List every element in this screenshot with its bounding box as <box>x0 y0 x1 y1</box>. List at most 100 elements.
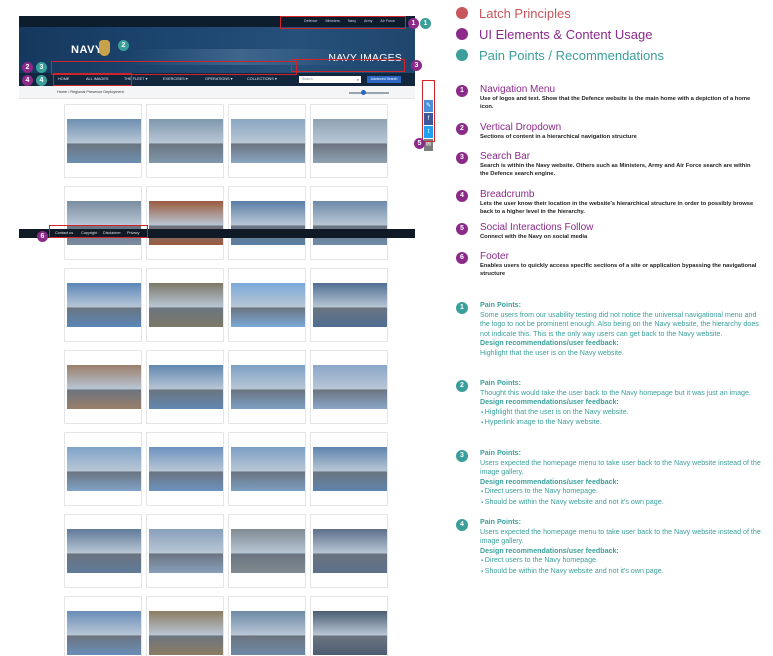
gallery-thumbnail[interactable] <box>228 350 306 424</box>
recommendation-item: Hyperlink image to the Navy website. <box>481 418 762 429</box>
gallery-thumbnail[interactable] <box>64 514 142 588</box>
gallery-thumbnail[interactable] <box>146 596 224 656</box>
gallery-thumbnail[interactable] <box>64 596 142 656</box>
highlight-breadcrumb <box>53 73 132 86</box>
recommendation-item: Direct users to the Navy homepage. <box>481 487 762 498</box>
navy-photo <box>313 529 387 573</box>
recommendations-label: Design recommendations/user feedback: <box>480 477 619 486</box>
legend-dot-pain <box>456 49 468 61</box>
navy-photo <box>67 119 141 163</box>
element-number-badge: 6 <box>456 252 468 264</box>
gallery-thumbnail[interactable] <box>228 268 306 342</box>
navy-photo <box>67 283 141 327</box>
marker-element-2: 2 <box>22 62 33 73</box>
breadcrumb[interactable]: Home / Regional Presence Deployment <box>57 89 124 96</box>
gallery-thumbnail[interactable] <box>64 186 142 260</box>
navy-photo <box>231 201 305 245</box>
navy-photo <box>149 119 223 163</box>
navy-photo <box>231 529 305 573</box>
pain-points-label: Pain Points: <box>480 518 521 526</box>
navy-photo <box>67 201 141 245</box>
gallery-thumbnail[interactable] <box>146 350 224 424</box>
gallery-thumbnail[interactable] <box>146 104 224 178</box>
element-description: Enables users to quickly access specific… <box>480 263 757 277</box>
pain-point-body: Pain Points: Users expected the homepage … <box>480 518 762 577</box>
navy-photo <box>231 283 305 327</box>
pain-point-body: Pain Points: Some users from our usabilit… <box>480 301 762 358</box>
zoom-slider-handle[interactable] <box>360 90 366 95</box>
gallery-thumbnail[interactable] <box>64 432 142 506</box>
pain-point-body: Pain Points: Thought this would take the … <box>480 379 762 429</box>
gallery-thumbnail[interactable] <box>228 186 306 260</box>
legend-pain: Pain Points / Recommendations <box>456 47 664 63</box>
gallery-thumbnail[interactable] <box>146 186 224 260</box>
navy-photo <box>149 447 223 491</box>
search-input[interactable]: Search ⌕ <box>299 76 361 83</box>
recommendation-list: Direct users to the Navy homepage.Should… <box>481 556 762 577</box>
gallery-thumbnail[interactable] <box>146 268 224 342</box>
element-number-badge: 4 <box>456 190 468 202</box>
gallery-thumbnail[interactable] <box>228 596 306 656</box>
recommendations-label: Design recommendations/user feedback: <box>480 339 619 347</box>
marker-element-1: 1 <box>408 18 419 29</box>
pain-points-text: Users expected the homepage menu to take… <box>480 458 761 477</box>
element-title: Search Bar <box>480 151 531 162</box>
pain-points-label: Pain Points: <box>480 449 521 457</box>
marker-element-6: 6 <box>37 231 48 242</box>
gallery-thumbnail[interactable] <box>310 268 388 342</box>
zoom-slider[interactable] <box>349 92 389 94</box>
marker-element-5: 5 <box>414 138 425 149</box>
gallery-thumbnail[interactable] <box>64 104 142 178</box>
search-icon[interactable]: ⌕ <box>357 77 359 82</box>
gallery-thumbnail[interactable] <box>310 596 388 656</box>
gallery-thumbnail[interactable] <box>146 432 224 506</box>
recommendations-label: Design recommendations/user feedback: <box>480 398 619 406</box>
navy-photo <box>149 283 223 327</box>
advanced-search-button[interactable]: Advanced Search <box>367 76 401 83</box>
navy-photo <box>313 283 387 327</box>
website-screenshot: Defence Ministers Navy Army Air Force NA… <box>19 16 433 656</box>
navy-photo <box>313 447 387 491</box>
gallery-thumbnail[interactable] <box>64 268 142 342</box>
navy-photo <box>67 529 141 573</box>
gallery-thumbnail[interactable] <box>64 350 142 424</box>
gallery-thumbnail[interactable] <box>310 432 388 506</box>
navy-photo <box>67 611 141 655</box>
gallery-thumbnail[interactable] <box>310 350 388 424</box>
marker-element-3: 3 <box>411 60 422 71</box>
recommendation-list: Highlight that the user is on the Navy w… <box>481 408 762 429</box>
element-title: Footer <box>480 251 509 262</box>
element-description: Use of logos and text. Show that the Def… <box>480 96 751 110</box>
gallery-thumbnail[interactable] <box>310 514 388 588</box>
recommendation-list: Direct users to the Navy homepage.Should… <box>481 487 762 508</box>
pain-point-body: Pain Points: Users expected the homepage … <box>480 449 762 508</box>
gallery-thumbnail[interactable] <box>146 514 224 588</box>
element-title: Navigation Menu <box>480 84 556 95</box>
pain-point-number-badge: 1 <box>456 302 468 314</box>
legend-dot-latch <box>456 7 468 19</box>
element-number-badge: 5 <box>456 223 468 235</box>
gallery-thumbnail[interactable] <box>310 104 388 178</box>
gallery-thumbnail[interactable] <box>310 186 388 260</box>
pain-points-text: Users expected the homepage menu to take… <box>480 527 761 546</box>
navy-photo <box>149 611 223 655</box>
element-title: Social Interactions Follow <box>480 222 594 233</box>
navy-photo <box>149 201 223 245</box>
recommendation-item: Highlight that the user is on the Navy w… <box>481 408 762 419</box>
navy-photo <box>149 529 223 573</box>
element-description: Search is within the Navy website. Other… <box>480 163 751 177</box>
legend-label-latch: Latch Principles <box>479 5 571 21</box>
element-description: Sections of content in a hierarchical na… <box>480 134 637 140</box>
gallery-thumbnail[interactable] <box>228 104 306 178</box>
legend-label-ui: UI Elements & Content Usage <box>479 26 653 42</box>
gallery-thumbnail[interactable] <box>228 432 306 506</box>
element-description: Lets the user know their location in the… <box>480 201 754 215</box>
highlight-footer <box>49 225 148 238</box>
pain-points-text: Thought this would take the user back to… <box>480 388 751 397</box>
navy-logo[interactable]: NAVY <box>71 44 103 56</box>
gallery-thumbnail[interactable] <box>228 514 306 588</box>
recommendation-text: Highlight that the user is on the Navy w… <box>480 348 624 357</box>
legend-dot-ui <box>456 28 468 40</box>
element-title: Vertical Dropdown <box>480 122 562 133</box>
navy-photo <box>313 365 387 409</box>
